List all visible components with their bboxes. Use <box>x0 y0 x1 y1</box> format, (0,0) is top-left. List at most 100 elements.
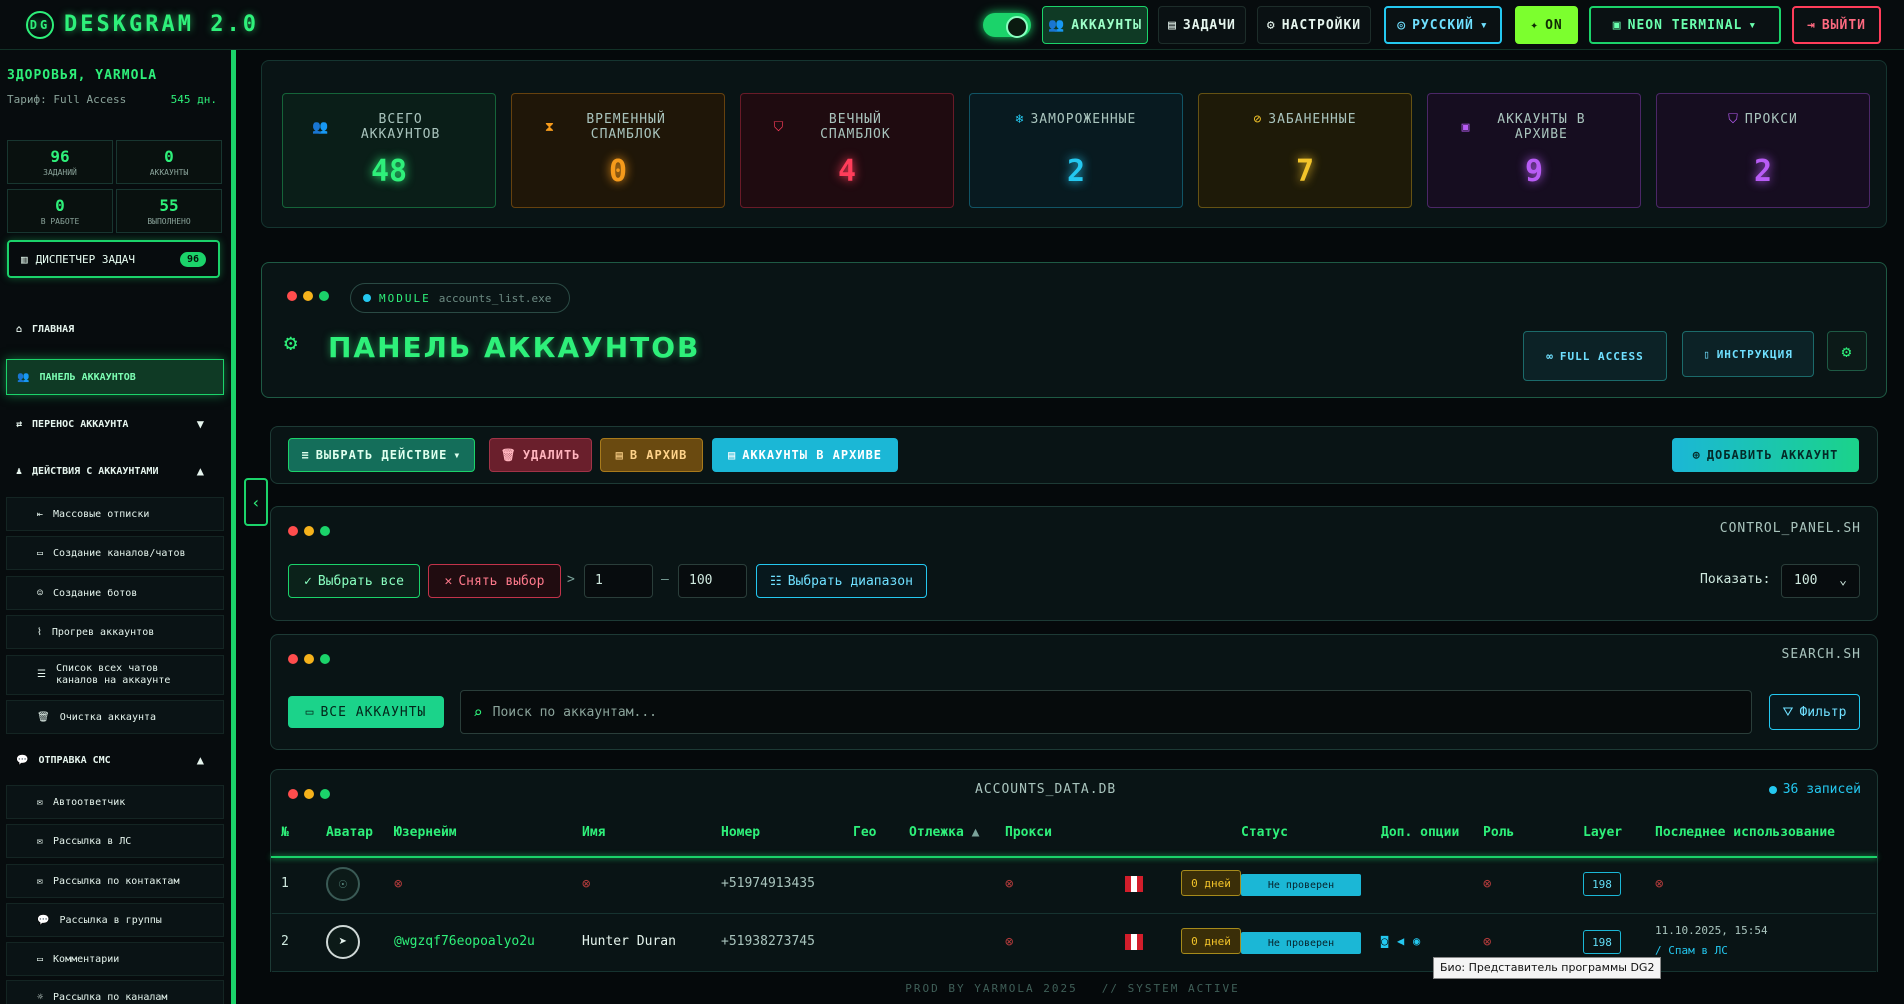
stat-done: 55 ВЫПОЛНЕНО <box>116 189 222 233</box>
col-last-used: Последнее использование <box>1655 825 1836 840</box>
sidebar-item-account-actions[interactable]: ♟ ДЕЙСТВИЯ С АККАУНТАМИ ▲ <box>6 453 224 489</box>
sub-label: Список всех чатов каналов на аккаунте <box>55 663 171 686</box>
stat-card-title-text: ВРЕМЕННЫЙ СПАМБЛОК <box>586 112 666 142</box>
delete-button[interactable]: 🗑 УДАЛИТЬ <box>489 438 592 472</box>
full-access-badge[interactable]: ∞ FULL ACCESS <box>1523 331 1667 381</box>
row-username[interactable]: @wgzqf76eopoalyo2u <box>394 934 535 949</box>
logout-button[interactable]: ⇥ ВЫЙТИ <box>1792 6 1881 44</box>
row-name: Hunter Duran <box>582 934 676 949</box>
users-icon: 👥 <box>17 371 30 383</box>
sidebar-item-accounts-panel[interactable]: 👥 ПАНЕЛЬ АККАУНТОВ <box>6 359 224 395</box>
robot-icon: ☺ <box>37 587 44 599</box>
ai-toggle-button[interactable]: ✦ ON <box>1515 6 1578 44</box>
menu-icon: ≡ <box>301 448 310 462</box>
range-from-input[interactable]: 1 <box>584 564 653 598</box>
language-label: РУССКИЙ <box>1412 17 1474 33</box>
theme-label: NEON TERMINAL <box>1627 17 1743 33</box>
ai-label: ON <box>1545 17 1563 33</box>
megaphone-icon[interactable]: ◀ <box>1397 934 1404 948</box>
filter-label: Фильтр <box>1799 704 1847 720</box>
instructions-button[interactable]: ▯ ИНСТРУКЦИЯ <box>1682 331 1814 377</box>
sidebar-item-sms[interactable]: 💬 ОТПРАВКА СМС ▲ <box>6 742 224 778</box>
row-phone: +51938273745 <box>721 934 815 949</box>
sidebar-sub-autoreply[interactable]: ✉ Автоответчик <box>6 785 224 819</box>
sidebar-sub-create-channels[interactable]: ▭ Создание каналов/чатов <box>6 536 224 570</box>
sidebar-sub-create-bots[interactable]: ☺ Создание ботов <box>6 576 224 610</box>
select-range-label: Выбрать диапазон <box>787 573 913 589</box>
sort-asc-icon: ▲ <box>971 825 980 840</box>
greeting: ЗДОРОВЬЯ, YARMOLA <box>7 68 158 83</box>
window-dots <box>288 654 330 664</box>
sub-label: Рассылка в ЛС <box>53 835 132 847</box>
nav-accounts-label: АККАУНТЫ <box>1071 17 1142 33</box>
chevron-up-icon: ▲ <box>196 464 204 478</box>
globe-icon: ◎ <box>1397 17 1407 33</box>
theme-select[interactable]: ▣ NEON TERMINAL ▾ <box>1589 6 1781 44</box>
show-label: Показать: <box>1700 572 1771 587</box>
users-icon: 👥 <box>1048 17 1066 33</box>
search-input[interactable]: ⌕ Поиск по аккаунтам... <box>460 690 1752 734</box>
select-range-button[interactable]: ☷ Выбрать диапазон <box>756 564 927 598</box>
page-size-select[interactable]: 100 ⌄ <box>1781 564 1860 598</box>
col-proxy: Прокси <box>1005 825 1052 840</box>
range-to-input[interactable]: 100 <box>678 564 747 598</box>
records-count: 36 записей <box>1768 782 1861 797</box>
chevron-down-icon: ▾ <box>453 448 462 462</box>
days-left: 545 дн. <box>170 93 217 106</box>
stat-card[interactable]: ⛉ ПРОКСИ 2 <box>1656 93 1870 208</box>
sidebar-sub-dm-mailing[interactable]: ✉ Рассылка в ЛС <box>6 824 224 858</box>
sidebar-sub-contacts-mailing[interactable]: ✉ Рассылка по контактам <box>6 864 224 898</box>
sidebar-sub-chat-list[interactable]: ☰ Список всех чатов каналов на аккаунте <box>6 655 224 695</box>
sidebar-sub-warmup[interactable]: ⌇ Прогрев аккаунтов <box>6 615 224 649</box>
sidebar-sub-unsubscribe[interactable]: ⇤ Массовые отписки <box>6 497 224 531</box>
select-all-button[interactable]: ✓ Выбрать все <box>288 564 420 598</box>
status-badge: Не проверен <box>1241 874 1361 896</box>
stat-card[interactable]: ⧗ ВРЕМЕННЫЙ СПАМБЛОК 0 <box>511 93 725 208</box>
stat-card[interactable]: ❄ ЗАМОРОЖЕННЫЕ 2 <box>969 93 1183 208</box>
all-accounts-button[interactable]: ▭ ВСЕ АККАУНТЫ <box>288 696 444 728</box>
sidebar-item-home[interactable]: ⌂ ГЛАВНАЯ <box>6 311 224 347</box>
archive-box-icon: ▣ <box>1461 119 1471 135</box>
col-age-label: Отлежка <box>909 825 964 840</box>
language-select[interactable]: ◎ РУССКИЙ ▾ <box>1384 6 1502 44</box>
col-age[interactable]: Отлежка ▲ <box>909 825 979 840</box>
sidebar-sub-group-mailing[interactable]: 💬 Рассылка в группы <box>6 903 224 937</box>
empty-x-icon: ⊗ <box>1483 876 1492 892</box>
module-settings-button[interactable]: ⚙ <box>1827 331 1867 371</box>
bio-icon[interactable]: ◉ <box>1413 934 1420 948</box>
select-action-dropdown[interactable]: ≡ ВЫБРАТЬ ДЕЙСТВИЕ ▾ <box>288 438 475 472</box>
add-account-button[interactable]: ⊕ ДОБАВИТЬ АККАУНТ <box>1672 438 1859 472</box>
deselect-button[interactable]: ✕ Снять выбор <box>428 564 561 598</box>
photo-icon[interactable]: ◙ <box>1381 934 1388 948</box>
table-row[interactable]: 1 ☉ ⊗ ⊗ +51974913435 0 дней ⊗ Не провере… <box>272 856 1876 914</box>
nav-settings-button[interactable]: ⚙ НАСТРОЙКИ <box>1257 6 1371 44</box>
user-transfer-icon: ⇄ <box>16 418 23 430</box>
shield-icon: ⛉ <box>1728 112 1739 127</box>
stat-card-value: 7 <box>1295 154 1315 189</box>
nav-tasks-button[interactable]: ▤ ЗАДАЧИ <box>1158 6 1246 44</box>
sidebar-sub-channel-mailing[interactable]: ☼ Рассылка по каналам <box>6 980 224 1004</box>
stat-card-title-text: ПРОКСИ <box>1744 112 1798 127</box>
chat-icon: ▭ <box>37 547 44 559</box>
stat-card[interactable]: ▣ АККАУНТЫ В АРХИВЕ 9 <box>1427 93 1641 208</box>
sidebar-sub-comments[interactable]: ▭ Комментарии <box>6 942 224 976</box>
sub-label: Прогрев аккаунтов <box>51 626 155 638</box>
task-dispatcher-button[interactable]: ▥ ДИСПЕТЧЕР ЗАДАЧ 96 <box>7 240 220 278</box>
chevron-down-icon: ▼ <box>196 417 204 431</box>
chevron-down-icon: ⌄ <box>1839 573 1847 588</box>
collapse-sidebar-button[interactable]: ‹ <box>244 478 268 526</box>
power-toggle[interactable] <box>983 13 1031 38</box>
sidebar-sub-cleanup[interactable]: 🗑 Очистка аккаунта <box>6 700 224 734</box>
stat-card[interactable]: ⛉ ВЕЧНЫЙ СПАМБЛОК 4 <box>740 93 954 208</box>
search-panel-title: SEARCH.SH <box>1781 647 1861 662</box>
archived-accounts-button[interactable]: ▤ АККАУНТЫ В АРХИВЕ <box>712 438 898 472</box>
nav-label: ГЛАВНАЯ <box>32 323 75 335</box>
nav-accounts-button[interactable]: 👥 АККАУНТЫ <box>1042 6 1148 44</box>
stat-card-value: 4 <box>837 154 857 189</box>
filter-button[interactable]: ⛛ Фильтр <box>1769 694 1860 730</box>
stat-card[interactable]: 👥 ВСЕГО АККАУНТОВ 48 <box>282 93 496 208</box>
sidebar-item-account-transfer[interactable]: ⇄ ПЕРЕНОС АККАУНТА ▼ <box>6 406 224 442</box>
app-logo[interactable]: DG DESKGRAM 2.0 <box>26 10 259 39</box>
stat-card[interactable]: ⊘ ЗАБАНЕННЫЕ 7 <box>1198 93 1412 208</box>
archive-button[interactable]: ▤ В АРХИВ <box>600 438 703 472</box>
